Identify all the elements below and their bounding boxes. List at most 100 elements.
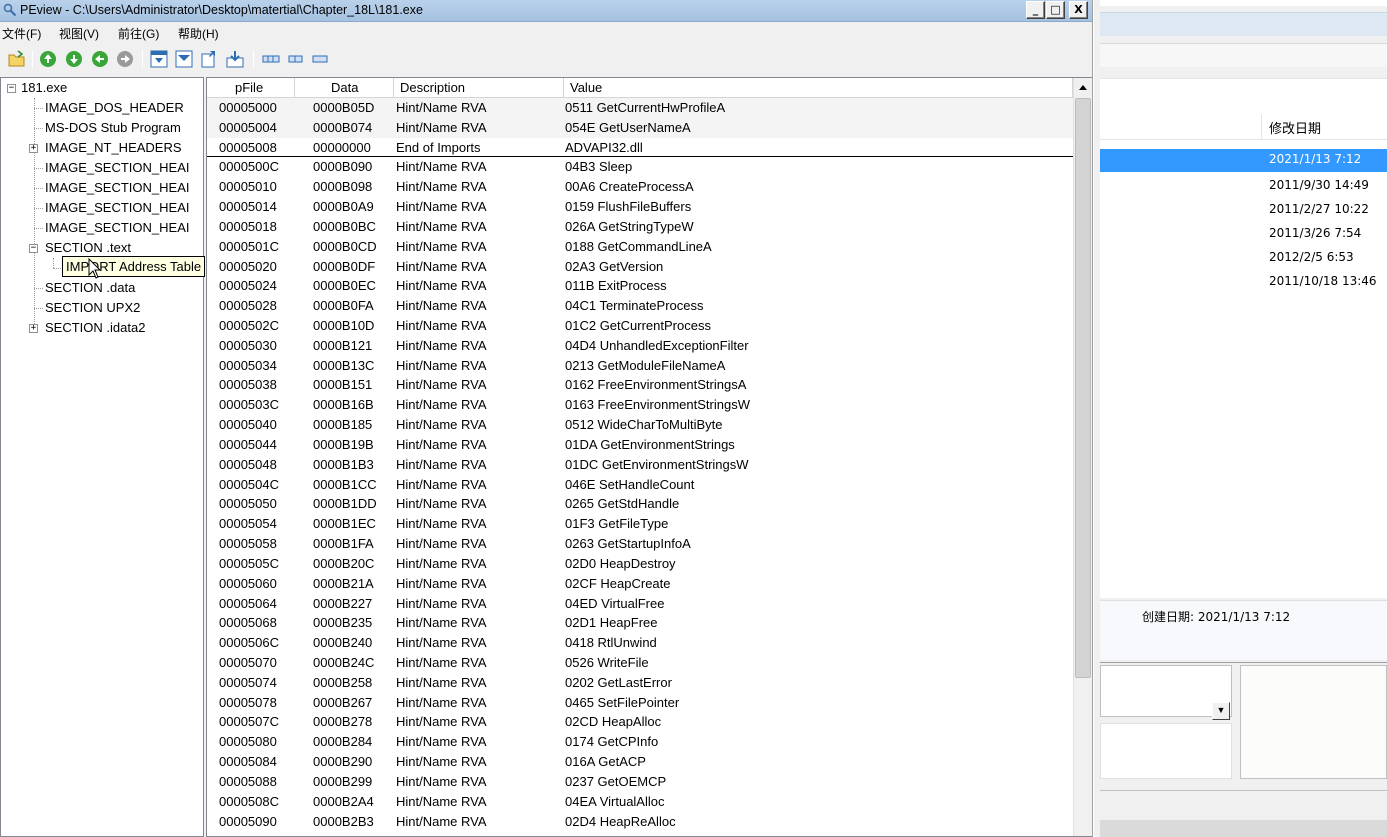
table-row[interactable]: 00005054 0000B1EC Hint/Name RVA 01F3 GetFil… [207,514,1073,534]
tree-item-section-upx2[interactable]: SECTION UPX2 [45,298,140,318]
tree-guide-line [34,108,43,109]
table-row[interactable]: 00005074 0000B258 Hint/Name RVA 0202 GetLas… [207,673,1073,693]
table-row[interactable]: 00005000 0000B05D Hint/Name RVA 0511 GetCur… [207,98,1073,118]
cell-value: 02CD HeapAlloc [565,714,662,730]
back-arrow-icon[interactable] [91,50,109,68]
open-folder-icon[interactable] [8,50,26,68]
table-row[interactable]: 00005058 0000B1FA Hint/Name RVA 0263 GetSta… [207,534,1073,554]
tree-item-section-header[interactable]: IMAGE_SECTION_HEAI [45,158,189,178]
table-row[interactable]: 00005084 0000B290 Hint/Name RVA 016A GetACP [207,752,1073,772]
table-row[interactable]: 00005024 0000B0EC Hint/Name RVA 011B ExitPr… [207,276,1073,296]
table-row[interactable]: 0000502C 0000B10D Hint/Name RVA 01C2 GetCur… [207,316,1073,336]
table-row[interactable]: 00005030 0000B121 Hint/Name RVA 04D4 Unhand… [207,336,1073,356]
table-row[interactable]: 00005028 0000B0FA Hint/Name RVA 04C1 Termin… [207,296,1073,316]
cell-value: 011B ExitProcess [565,278,667,294]
cell-description: Hint/Name RVA [396,575,487,591]
view-columns-icon[interactable] [287,50,305,68]
menu-go[interactable]: 前往(G) [118,25,159,42]
tree-item-section-text[interactable]: SECTION .text [45,238,131,258]
table-row[interactable]: 00005080 0000B284 Hint/Name RVA 0174 GetCPI… [207,732,1073,752]
tree-item-dos-stub[interactable]: MS-DOS Stub Program [45,118,181,138]
tree-item-section-header[interactable]: IMAGE_SECTION_HEAI [45,198,189,218]
collapse-icon[interactable]: − [7,84,16,93]
menu-help[interactable]: 帮助(H) [178,25,219,42]
table-row[interactable]: 00005068 0000B235 Hint/Name RVA 02D1 HeapFr… [207,613,1073,633]
table-row[interactable]: 0000503C 0000B16B Hint/Name RVA 0163 FreeEn… [207,395,1073,415]
table-row[interactable]: 00005038 0000B151 Hint/Name RVA 0162 FreeEn… [207,375,1073,395]
tree-item-section-header[interactable]: IMAGE_SECTION_HEAI [45,218,189,238]
tree-item-nt-headers[interactable]: IMAGE_NT_HEADERS [45,138,182,158]
view-dword-icon[interactable] [201,50,219,68]
table-row[interactable]: 0000504C 0000B1CC Hint/Name RVA 046E SetHan… [207,475,1073,495]
table-row[interactable]: 00005018 0000B0BC Hint/Name RVA 026A GetStr… [207,217,1073,237]
combo-box[interactable]: ▼ [1100,665,1232,720]
table-row[interactable]: 00005034 0000B13C Hint/Name RVA 0213 GetMod… [207,356,1073,376]
detail-list[interactable]: pFile Data Description Value 00005000 000… [206,77,1092,837]
view-byte-icon[interactable] [150,50,168,68]
tree-item-dos-header[interactable]: IMAGE_DOS_HEADER [45,98,184,118]
tree-item-section-header[interactable]: IMAGE_SECTION_HEAI [45,178,189,198]
table-row[interactable]: 0000501C 0000B0CD Hint/Name RVA 0188 GetCom… [207,237,1073,257]
minimize-button[interactable]: _ [1026,1,1045,19]
explorer-file-list[interactable]: 修改日期 2021/1/13 7:12 2011/9/30 14:49 2011/2… [1100,78,1387,598]
view-word-icon[interactable] [175,50,193,68]
table-row[interactable]: 0000506C 0000B240 Hint/Name RVA 0418 RtlUnw… [207,633,1073,653]
scroll-up-icon[interactable] [1075,79,1091,96]
expand-icon[interactable]: + [29,144,38,153]
chevron-down-icon[interactable]: ▼ [1212,702,1230,720]
column-header-pfile[interactable]: pFile [207,78,295,98]
table-row[interactable]: 00005078 0000B267 Hint/Name RVA 0465 SetFil… [207,693,1073,713]
explorer-address-bar[interactable] [1100,43,1387,67]
expand-icon[interactable]: + [29,324,38,333]
tree-item-root[interactable]: 181.exe [21,78,67,98]
scroll-thumb[interactable] [1075,98,1091,678]
structure-tree[interactable]: − 181.exe IMAGE_DOS_HEADER MS-DOS Stub P… [0,77,204,837]
menu-view[interactable]: 视图(V) [59,25,99,42]
text-area[interactable] [1100,723,1232,779]
up-arrow-icon[interactable] [39,50,57,68]
table-row[interactable]: 00005010 0000B098 Hint/Name RVA 00A6 Create… [207,177,1073,197]
view-narrow-icon[interactable] [311,50,329,68]
menu-bar: 文件(F) 视图(V) 前往(G) 帮助(H) [0,22,1092,43]
table-row[interactable]: 0000507C 0000B278 Hint/Name RVA 02CD HeapAl… [207,712,1073,732]
column-header-data[interactable]: Data [295,78,394,98]
column-header-value[interactable]: Value [564,78,1073,98]
explorer-column-header[interactable] [1100,114,1387,140]
down-arrow-icon[interactable] [65,50,83,68]
table-row[interactable]: 00005008 00000000 End of Imports ADVAPI32.d… [207,138,1073,158]
maximize-button[interactable]: □ [1046,1,1065,19]
vertical-scrollbar[interactable] [1073,78,1092,836]
cell-data: 0000B0BC [313,218,376,234]
table-row[interactable]: 00005090 0000B2B3 Hint/Name RVA 02D4 HeapRe… [207,812,1073,832]
column-header-modified-date[interactable]: 修改日期 [1269,118,1321,137]
column-header-description[interactable]: Description [394,78,564,98]
table-row[interactable]: 00005050 0000B1DD Hint/Name RVA 0265 GetStd… [207,494,1073,514]
tree-item-section-data[interactable]: SECTION .data [45,278,135,298]
view-address-icon[interactable] [226,50,244,68]
cell-value: 04B3 Sleep [565,159,633,175]
cell-value: 02D1 HeapFree [565,615,658,631]
menu-file[interactable]: 文件(F) [2,25,41,42]
table-row[interactable]: 0000505C 0000B20C Hint/Name RVA 02D0 HeapDe… [207,554,1073,574]
table-row[interactable]: 00005044 0000B19B Hint/Name RVA 01DA GetEnv… [207,435,1073,455]
table-row[interactable]: 00005004 0000B074 Hint/Name RVA 054E GetUse… [207,117,1073,138]
cell-data: 0000B151 [313,377,373,393]
table-row[interactable]: 00005014 0000B0A9 Hint/Name RVA 0159 FlushF… [207,197,1073,217]
table-row[interactable]: 00005088 0000B299 Hint/Name RVA 0237 GetOEM… [207,772,1073,792]
table-row[interactable]: 00005020 0000B0DF Hint/Name RVA 02A3 GetVer… [207,257,1073,277]
table-row[interactable]: 0000508C 0000B2A4 Hint/Name RVA 04EA Virtua… [207,792,1073,812]
forward-arrow-icon[interactable] [116,50,134,68]
collapse-icon[interactable]: − [29,244,38,253]
table-row[interactable]: 00005060 0000B21A Hint/Name RVA 02CF HeapCr… [207,574,1073,594]
table-row[interactable]: 00005064 0000B227 Hint/Name RVA 04ED Virtua… [207,594,1073,614]
table-row[interactable]: 00005040 0000B185 Hint/Name RVA 0512 WideCh… [207,415,1073,435]
explorer-top-strip [1100,0,1387,6]
table-row[interactable]: 00005048 0000B1B3 Hint/Name RVA 01DC GetEnv… [207,455,1073,475]
table-row[interactable]: 00005070 0000B24C Hint/Name RVA 0526 WriteF… [207,653,1073,673]
view-list-icon[interactable] [262,50,280,68]
cell-pfile: 00005058 [219,536,277,552]
table-row[interactable]: 0000500C 0000B090 Hint/Name RVA 04B3 Sleep [207,157,1073,177]
close-button[interactable]: X [1069,1,1088,19]
tree-item-section-idata2[interactable]: SECTION .idata2 [45,318,145,338]
title-bar[interactable]: PEview - C:\Users\Administrator\Desktop\… [0,0,1092,22]
